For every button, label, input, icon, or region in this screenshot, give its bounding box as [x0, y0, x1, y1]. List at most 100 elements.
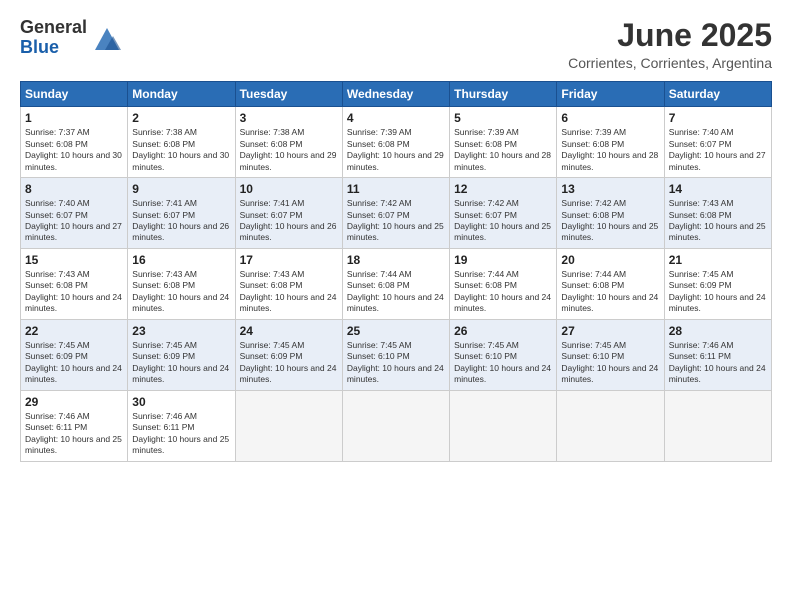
calendar: SundayMondayTuesdayWednesdayThursdayFrid… [20, 81, 772, 461]
calendar-cell [235, 390, 342, 461]
day-info: Sunrise: 7:43 AMSunset: 6:08 PMDaylight:… [240, 269, 338, 315]
calendar-header-wednesday: Wednesday [342, 82, 449, 107]
day-number: 17 [240, 253, 338, 267]
calendar-cell: 23 Sunrise: 7:45 AMSunset: 6:09 PMDayligh… [128, 319, 235, 390]
calendar-cell: 9Sunrise: 7:41 AMSunset: 6:07 PMDaylight… [128, 178, 235, 249]
calendar-cell: 17 Sunrise: 7:43 AMSunset: 6:08 PMDayligh… [235, 248, 342, 319]
logo-icon [91, 22, 123, 54]
day-info: Sunrise: 7:45 AMSunset: 6:10 PMDaylight:… [561, 340, 659, 386]
day-number: 21 [669, 253, 767, 267]
calendar-cell [557, 390, 664, 461]
day-info: Sunrise: 7:40 AMSunset: 6:07 PMDaylight:… [25, 198, 123, 244]
day-number: 19 [454, 253, 552, 267]
day-number: 3 [240, 111, 338, 125]
logo: General Blue [20, 18, 123, 58]
calendar-cell: 20 Sunrise: 7:44 AMSunset: 6:08 PMDayligh… [557, 248, 664, 319]
day-info: Sunrise: 7:41 AMSunset: 6:07 PMDaylight:… [240, 198, 338, 244]
day-number: 6 [561, 111, 659, 125]
day-info: Sunrise: 7:43 AMSunset: 6:08 PMDaylight:… [669, 198, 767, 244]
header: General Blue June 2025 Corrientes, Corri… [20, 18, 772, 71]
calendar-cell: 5Sunrise: 7:39 AMSunset: 6:08 PMDaylight… [450, 107, 557, 178]
day-number: 26 [454, 324, 552, 338]
day-info: Sunrise: 7:39 AMSunset: 6:08 PMDaylight:… [347, 127, 445, 173]
calendar-header-tuesday: Tuesday [235, 82, 342, 107]
calendar-cell [664, 390, 771, 461]
day-number: 13 [561, 182, 659, 196]
day-info: Sunrise: 7:44 AMSunset: 6:08 PMDaylight:… [454, 269, 552, 315]
calendar-header-friday: Friday [557, 82, 664, 107]
calendar-week-row: 1 Sunrise: 7:37 AMSunset: 6:08 PMDaylight… [21, 107, 772, 178]
calendar-cell: 8 Sunrise: 7:40 AMSunset: 6:07 PMDaylight… [21, 178, 128, 249]
month-title: June 2025 [568, 18, 772, 53]
calendar-cell: 7Sunrise: 7:40 AMSunset: 6:07 PMDaylight… [664, 107, 771, 178]
calendar-cell: 24 Sunrise: 7:45 AMSunset: 6:09 PMDayligh… [235, 319, 342, 390]
day-number: 2 [132, 111, 230, 125]
calendar-cell: 1 Sunrise: 7:37 AMSunset: 6:08 PMDaylight… [21, 107, 128, 178]
calendar-cell: 12Sunrise: 7:42 AMSunset: 6:07 PMDayligh… [450, 178, 557, 249]
calendar-cell: 15 Sunrise: 7:43 AMSunset: 6:08 PMDayligh… [21, 248, 128, 319]
logo-text: General Blue [20, 18, 87, 58]
day-info: Sunrise: 7:45 AMSunset: 6:10 PMDaylight:… [347, 340, 445, 386]
day-number: 11 [347, 182, 445, 196]
day-number: 23 [132, 324, 230, 338]
title-block: June 2025 Corrientes, Corrientes, Argent… [568, 18, 772, 71]
day-number: 8 [25, 182, 123, 196]
calendar-cell: 21Sunrise: 7:45 AMSunset: 6:09 PMDayligh… [664, 248, 771, 319]
day-info: Sunrise: 7:39 AMSunset: 6:08 PMDaylight:… [561, 127, 659, 173]
calendar-cell: 16Sunrise: 7:43 AMSunset: 6:08 PMDayligh… [128, 248, 235, 319]
calendar-cell: 2 Sunrise: 7:38 AMSunset: 6:08 PMDaylight… [128, 107, 235, 178]
subtitle: Corrientes, Corrientes, Argentina [568, 55, 772, 71]
calendar-cell: 11 Sunrise: 7:42 AMSunset: 6:07 PMDayligh… [342, 178, 449, 249]
calendar-week-row: 15 Sunrise: 7:43 AMSunset: 6:08 PMDayligh… [21, 248, 772, 319]
day-info: Sunrise: 7:38 AMSunset: 6:08 PMDaylight:… [240, 127, 338, 173]
calendar-cell [450, 390, 557, 461]
calendar-cell: 19 Sunrise: 7:44 AMSunset: 6:08 PMDayligh… [450, 248, 557, 319]
calendar-cell: 13 Sunrise: 7:42 AMSunset: 6:08 PMDayligh… [557, 178, 664, 249]
day-number: 25 [347, 324, 445, 338]
calendar-week-row: 22 Sunrise: 7:45 AMSunset: 6:09 PMDayligh… [21, 319, 772, 390]
calendar-header-row: SundayMondayTuesdayWednesdayThursdayFrid… [21, 82, 772, 107]
calendar-cell: 10 Sunrise: 7:41 AMSunset: 6:07 PMDayligh… [235, 178, 342, 249]
day-info: Sunrise: 7:44 AMSunset: 6:08 PMDaylight:… [347, 269, 445, 315]
day-info: Sunrise: 7:44 AMSunset: 6:08 PMDaylight:… [561, 269, 659, 315]
day-number: 12 [454, 182, 552, 196]
day-number: 29 [25, 395, 123, 409]
day-info: Sunrise: 7:45 AMSunset: 6:09 PMDaylight:… [132, 340, 230, 386]
day-number: 5 [454, 111, 552, 125]
day-info: Sunrise: 7:40 AMSunset: 6:07 PMDaylight:… [669, 127, 767, 173]
day-info: Sunrise: 7:45 AMSunset: 6:09 PMDaylight:… [25, 340, 123, 386]
day-info: Sunrise: 7:43 AMSunset: 6:08 PMDaylight:… [25, 269, 123, 315]
day-info: Sunrise: 7:42 AMSunset: 6:08 PMDaylight:… [561, 198, 659, 244]
day-number: 28 [669, 324, 767, 338]
calendar-cell: 28 Sunrise: 7:46 AMSunset: 6:11 PMDayligh… [664, 319, 771, 390]
calendar-cell: 6 Sunrise: 7:39 AMSunset: 6:08 PMDaylight… [557, 107, 664, 178]
day-info: Sunrise: 7:38 AMSunset: 6:08 PMDaylight:… [132, 127, 230, 173]
day-info: Sunrise: 7:46 AMSunset: 6:11 PMDaylight:… [132, 411, 230, 457]
day-number: 20 [561, 253, 659, 267]
calendar-cell: 22 Sunrise: 7:45 AMSunset: 6:09 PMDayligh… [21, 319, 128, 390]
day-info: Sunrise: 7:43 AMSunset: 6:08 PMDaylight:… [132, 269, 230, 315]
day-number: 22 [25, 324, 123, 338]
calendar-cell: 3 Sunrise: 7:38 AMSunset: 6:08 PMDaylight… [235, 107, 342, 178]
calendar-cell [342, 390, 449, 461]
day-number: 30 [132, 395, 230, 409]
day-number: 15 [25, 253, 123, 267]
day-info: Sunrise: 7:46 AMSunset: 6:11 PMDaylight:… [669, 340, 767, 386]
day-number: 4 [347, 111, 445, 125]
logo-blue: Blue [20, 38, 87, 58]
day-info: Sunrise: 7:45 AMSunset: 6:10 PMDaylight:… [454, 340, 552, 386]
day-number: 24 [240, 324, 338, 338]
calendar-cell: 26 Sunrise: 7:45 AMSunset: 6:10 PMDayligh… [450, 319, 557, 390]
day-number: 1 [25, 111, 123, 125]
calendar-cell: 18 Sunrise: 7:44 AMSunset: 6:08 PMDayligh… [342, 248, 449, 319]
day-number: 18 [347, 253, 445, 267]
calendar-week-row: 29 Sunrise: 7:46 AMSunset: 6:11 PMDayligh… [21, 390, 772, 461]
calendar-cell: 27Sunrise: 7:45 AMSunset: 6:10 PMDayligh… [557, 319, 664, 390]
day-info: Sunrise: 7:42 AMSunset: 6:07 PMDaylight:… [347, 198, 445, 244]
day-info: Sunrise: 7:45 AMSunset: 6:09 PMDaylight:… [240, 340, 338, 386]
day-number: 14 [669, 182, 767, 196]
calendar-header-saturday: Saturday [664, 82, 771, 107]
day-number: 10 [240, 182, 338, 196]
day-info: Sunrise: 7:37 AMSunset: 6:08 PMDaylight:… [25, 127, 123, 173]
day-number: 9 [132, 182, 230, 196]
